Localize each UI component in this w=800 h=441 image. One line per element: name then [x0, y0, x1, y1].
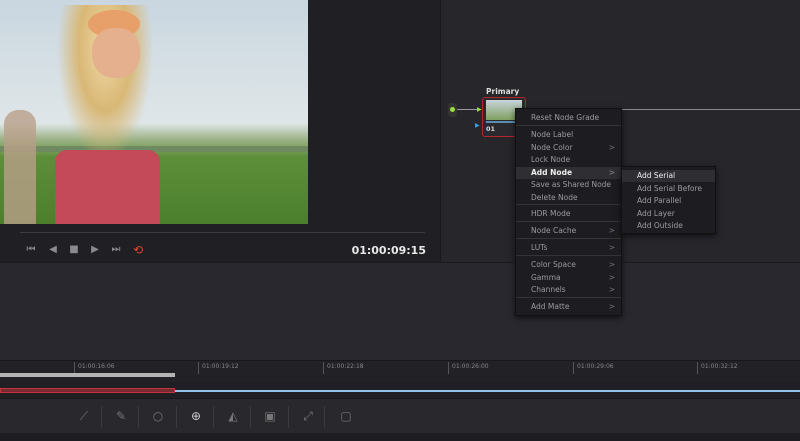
- menu-item-gamma[interactable]: Gamma >: [516, 272, 621, 284]
- chevron-right-icon: >: [608, 285, 615, 294]
- video-preview: [0, 0, 308, 224]
- menu-item-label: Save as Shared Node: [531, 180, 612, 189]
- stop-button[interactable]: ■: [66, 242, 82, 258]
- chevron-right-icon: >: [608, 260, 615, 269]
- menu-item-save-as-shared-node[interactable]: Save as Shared Node: [516, 179, 621, 191]
- menu-separator: [516, 238, 621, 239]
- skip-forward-button[interactable]: ⏭: [108, 242, 124, 258]
- timeline-track[interactable]: [0, 382, 800, 398]
- menu-item-lock-node[interactable]: Lock Node: [516, 154, 621, 166]
- menu-separator: [516, 125, 621, 126]
- submenu-item-add-serial-before[interactable]: Add Serial Before: [622, 183, 715, 195]
- submenu-item-add-outside[interactable]: Add Outside: [622, 220, 715, 232]
- empty-panel: [0, 262, 800, 360]
- submenu-item-add-serial[interactable]: Add Serial: [622, 170, 715, 182]
- skip-back-button[interactable]: ⏮: [23, 242, 39, 258]
- menu-item-hdr-mode[interactable]: HDR Mode: [516, 208, 621, 220]
- scrubber-bar[interactable]: [20, 232, 425, 233]
- blur-icon[interactable]: ◭: [225, 408, 241, 424]
- menu-separator: [516, 221, 621, 222]
- timeline-ruler[interactable]: [0, 360, 800, 382]
- context-menu: Reset Node Grade Node Label Node Color > Loc…: [515, 108, 622, 316]
- menu-item-label: Channels: [531, 285, 566, 294]
- menu-separator: [516, 297, 621, 298]
- chevron-right-icon: >: [608, 302, 615, 311]
- chevron-right-icon: >: [608, 273, 615, 282]
- chevron-right-icon: >: [608, 243, 615, 252]
- status-strip: [0, 433, 800, 441]
- chevron-right-icon: >: [608, 226, 615, 235]
- add-node-submenu: Add Serial Add Serial Before Add Parallel A…: [621, 166, 716, 234]
- menu-item-label: Node Label: [531, 130, 574, 139]
- current-clip[interactable]: [0, 388, 175, 393]
- menu-item-delete-node[interactable]: Delete Node: [516, 192, 621, 204]
- playback-range: [0, 373, 175, 377]
- loop-button[interactable]: ⟲: [130, 242, 146, 258]
- input-node[interactable]: [448, 103, 457, 117]
- menu-item-label: HDR Mode: [531, 209, 571, 218]
- menu-item-color-space[interactable]: Color Space >: [516, 259, 621, 271]
- menu-item-node-cache[interactable]: Node Cache >: [516, 225, 621, 237]
- curves-icon[interactable]: ⟋: [76, 408, 92, 424]
- clip-track[interactable]: [175, 390, 800, 392]
- tick-label: 01:00:32:12: [697, 362, 738, 374]
- play-button[interactable]: ▶: [87, 242, 103, 258]
- menu-item-label: Delete Node: [531, 193, 578, 202]
- menu-item-channels[interactable]: Channels >: [516, 284, 621, 296]
- menu-item-label: LUTs: [531, 243, 548, 252]
- menu-item-luts[interactable]: LUTs >: [516, 242, 621, 254]
- menu-item-reset-node-grade[interactable]: Reset Node Grade: [516, 112, 621, 124]
- menu-item-label: Lock Node: [531, 155, 571, 164]
- menu-item-node-label[interactable]: Node Label: [516, 129, 621, 141]
- tick-label: 01:00:22:18: [323, 362, 364, 374]
- tick-label: 01:00:19:12: [198, 362, 239, 374]
- menu-item-label: Gamma: [531, 273, 561, 282]
- viewer-panel: ⏮ ◀ ■ ▶ ⏭ ⟲ 01:00:09:15: [0, 0, 440, 262]
- menu-separator: [516, 204, 621, 205]
- sizing-icon[interactable]: ⤢: [300, 408, 316, 424]
- menu-separator: [516, 255, 621, 256]
- step-back-button[interactable]: ◀: [45, 242, 61, 258]
- menu-item-add-matte[interactable]: Add Matte >: [516, 301, 621, 313]
- menu-item-label: Color Space: [531, 260, 576, 269]
- 3d-icon[interactable]: ▢: [338, 408, 354, 424]
- key-icon[interactable]: ▣: [262, 408, 278, 424]
- menu-item-label: Add Matte: [531, 302, 570, 311]
- chevron-right-icon: >: [608, 168, 615, 177]
- menu-item-node-color[interactable]: Node Color >: [516, 142, 621, 154]
- menu-item-label: Node Color: [531, 143, 573, 152]
- chevron-right-icon: >: [608, 143, 615, 152]
- submenu-item-add-parallel[interactable]: Add Parallel: [622, 195, 715, 207]
- picker-icon[interactable]: ✎: [113, 408, 129, 424]
- menu-item-add-node[interactable]: Add Node >: [516, 167, 621, 179]
- menu-item-label: Node Cache: [531, 226, 577, 235]
- tick-label: 01:00:26:00: [448, 362, 489, 374]
- timecode: 01:00:09:15: [351, 244, 426, 257]
- window-icon[interactable]: ○: [150, 408, 166, 424]
- submenu-item-add-layer[interactable]: Add Layer: [622, 208, 715, 220]
- node-label: Primary: [486, 87, 520, 96]
- tick-label: 01:00:29:06: [573, 362, 614, 374]
- node-number: 01: [486, 125, 496, 133]
- menu-item-label: Reset Node Grade: [531, 113, 600, 122]
- tracker-icon[interactable]: ⊕: [188, 408, 204, 424]
- menu-item-label: Add Node: [531, 168, 573, 177]
